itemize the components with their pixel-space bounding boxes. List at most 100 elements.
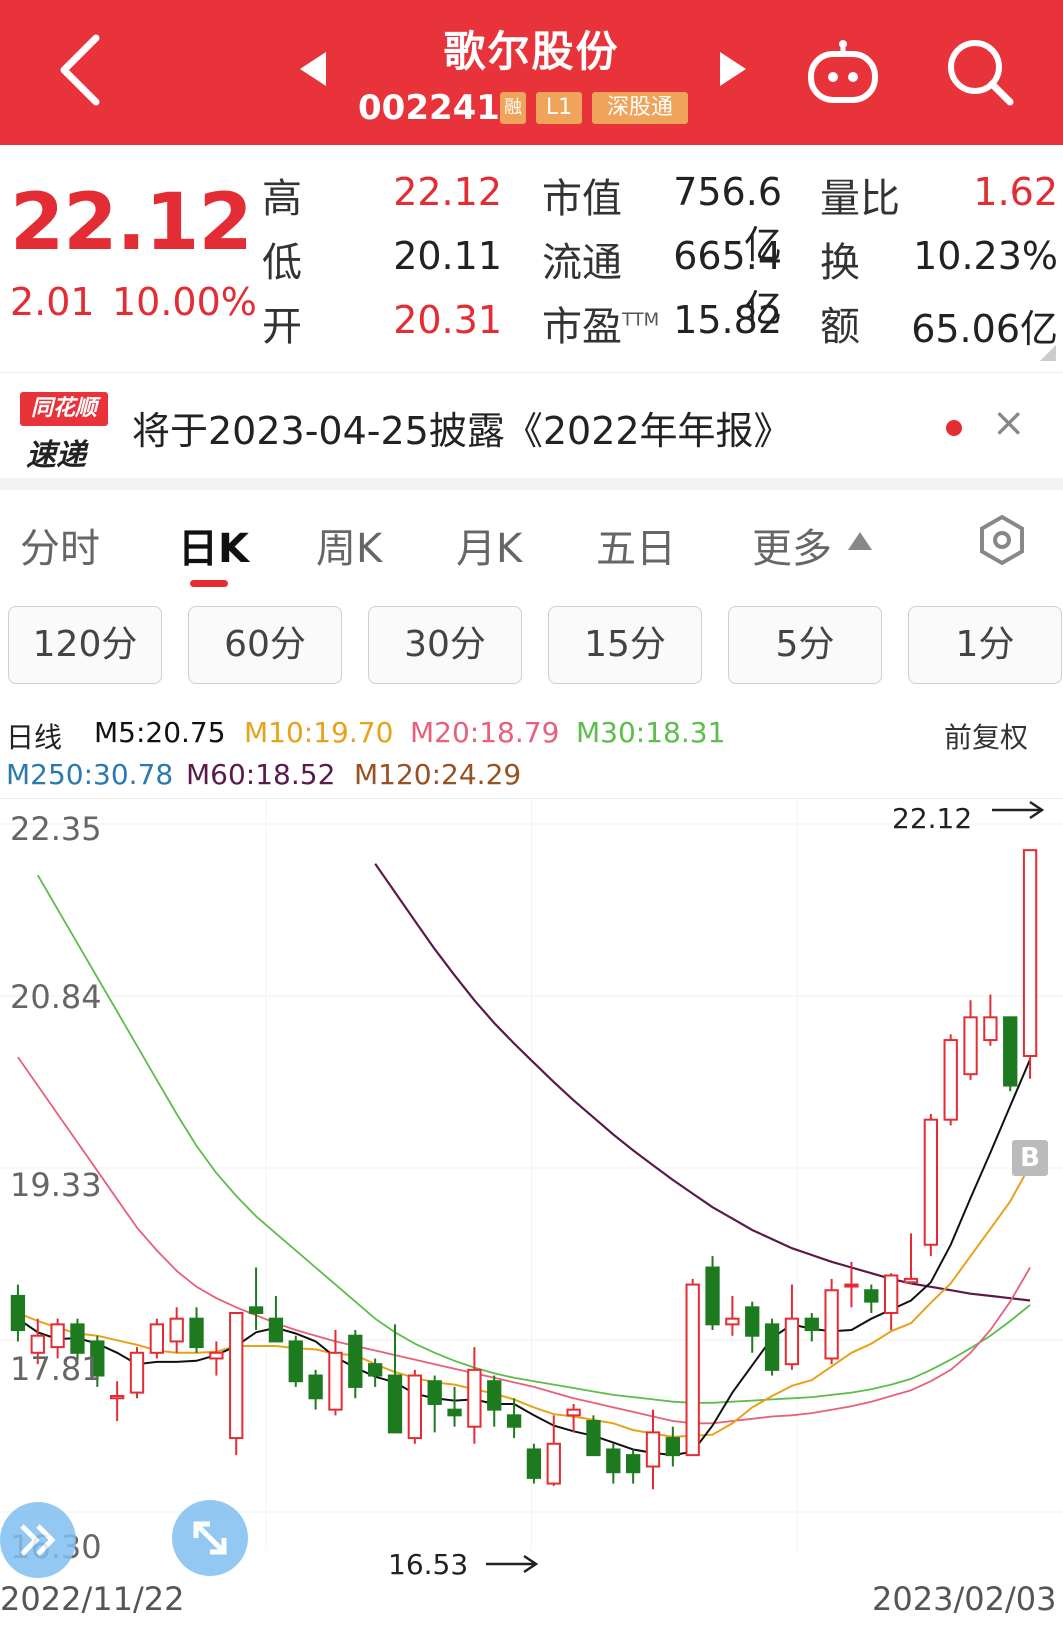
candle-body <box>447 1408 462 1417</box>
period-120min-button[interactable]: 120分 <box>8 606 162 684</box>
period-1min-button[interactable]: 1分 <box>908 606 1062 684</box>
candle-body <box>110 1395 125 1400</box>
candle-body <box>963 1016 978 1076</box>
announcement-text[interactable]: 将于2023-04-25披露《2022年年报》 <box>132 400 792 455</box>
candle-body <box>784 1317 800 1366</box>
expand-arrows-icon <box>193 1521 227 1555</box>
candle-body <box>70 1323 85 1354</box>
candle-body <box>348 1334 363 1388</box>
ma250-legend: M250:30.78 <box>6 758 174 791</box>
candle-body <box>407 1374 422 1440</box>
min-price-annotation: 16.53 <box>388 1548 469 1581</box>
period-60min-button[interactable]: 60分 <box>188 606 342 684</box>
candle-body <box>764 1323 780 1371</box>
max-price-annotation: 22.12 <box>892 802 973 835</box>
candle-body <box>923 1118 938 1246</box>
open-label: 开 <box>262 304 302 350</box>
adjust-mode-button[interactable]: 前复权 <box>944 716 1028 756</box>
unread-dot <box>946 420 962 436</box>
candle-body <box>427 1380 442 1405</box>
period-15min-button[interactable]: 15分 <box>548 606 702 684</box>
low-value: 20.11 <box>393 234 502 278</box>
ma5-legend: M5:20.75 <box>94 716 226 749</box>
amount-value: 65.06亿 <box>911 307 1058 351</box>
connect-badge: 深股通 <box>592 92 688 124</box>
tab-daily-k[interactable]: 日K <box>178 516 249 574</box>
robot-assistant-icon[interactable] <box>806 38 880 106</box>
ma60-legend: M60:18.52 <box>186 758 336 791</box>
low-label: 低 <box>262 240 302 286</box>
candle-body <box>884 1274 899 1314</box>
level-badge: L1 <box>536 92 582 124</box>
candle-body <box>248 1306 264 1314</box>
candle-body <box>943 1039 958 1121</box>
candle-body <box>288 1340 303 1383</box>
candle-body <box>149 1323 164 1354</box>
high-label: 高 <box>262 176 302 222</box>
candle-body <box>645 1431 661 1468</box>
next-stock-arrow-icon[interactable] <box>720 52 746 86</box>
candle-body <box>1022 849 1038 1057</box>
candle-body <box>328 1351 343 1411</box>
market-cap-label: 市值 <box>542 176 622 222</box>
candle-body <box>626 1454 641 1474</box>
ma30-legend: M30:18.31 <box>576 716 726 749</box>
y-tick-1: 20.84 <box>10 978 102 1016</box>
logo-top-text: 同花顺 <box>20 392 108 426</box>
prev-stock-arrow-icon[interactable] <box>300 52 326 86</box>
candle-body <box>169 1317 184 1343</box>
current-price: 22.12 <box>10 178 253 268</box>
candle-body <box>189 1317 204 1349</box>
search-icon[interactable] <box>944 36 1016 108</box>
ma120-legend: M120:24.29 <box>354 758 522 791</box>
period-5min-button[interactable]: 5分 <box>728 606 882 684</box>
candle-body <box>526 1448 542 1479</box>
tab-weekly-k[interactable]: 周K <box>316 516 382 574</box>
tab-intraday[interactable]: 分时 <box>20 516 100 574</box>
x-start-date: 2022/11/22 <box>0 1580 185 1618</box>
ths-express-logo: 同花顺 速递 <box>20 392 108 473</box>
candle-body <box>804 1317 819 1332</box>
top-bar: 歌尔股份 002241 融 L1 深股通 <box>0 0 1063 145</box>
tab-more[interactable]: 更多 <box>752 516 832 574</box>
buy-signal-marker[interactable]: B <box>1012 1140 1048 1176</box>
volume-ratio-label: 量比 <box>820 176 900 222</box>
settings-hexagon-icon[interactable] <box>976 514 1028 566</box>
candle-body <box>705 1266 720 1326</box>
price-change: 2.01 <box>10 280 95 324</box>
candle-body <box>606 1448 621 1474</box>
candle-body <box>983 1016 998 1042</box>
ma10-legend: M10:19.70 <box>244 716 394 749</box>
kline-chart[interactable] <box>0 800 1063 1590</box>
candle-body <box>50 1323 65 1349</box>
chart-top-divider <box>0 798 1063 799</box>
candle-body <box>725 1317 740 1326</box>
turnover-label: 换 <box>820 240 860 286</box>
candle-body <box>229 1311 244 1440</box>
price-change-percent: 10.00% <box>112 280 257 324</box>
candle-body <box>546 1442 561 1485</box>
tab-five-day[interactable]: 五日 <box>596 516 676 574</box>
more-up-triangle-icon[interactable] <box>848 532 872 550</box>
candle-body <box>824 1289 839 1360</box>
period-30min-button[interactable]: 30分 <box>368 606 522 684</box>
section-separator <box>0 478 1063 490</box>
max-arrow-icon <box>992 800 1045 820</box>
expand-corner-icon[interactable] <box>1040 345 1056 361</box>
turnover-value: 10.23% <box>913 234 1058 278</box>
close-announcement-button[interactable]: × <box>992 400 1026 446</box>
min-arrow-icon <box>486 1554 539 1574</box>
ma5-line <box>17 1059 1032 1457</box>
candle-body <box>368 1363 383 1377</box>
active-tab-indicator <box>190 580 228 587</box>
scroll-left-button[interactable] <box>0 1502 76 1578</box>
stock-name: 歌尔股份 <box>443 27 620 76</box>
candle-body <box>209 1351 224 1360</box>
high-value: 22.12 <box>393 170 502 214</box>
tab-monthly-k[interactable]: 月K <box>456 516 522 574</box>
candle-body <box>506 1414 522 1428</box>
candle-body <box>129 1351 145 1394</box>
ma20-line <box>17 1056 1031 1425</box>
margin-badge: 融 <box>500 92 526 124</box>
fullscreen-button[interactable] <box>172 1500 248 1576</box>
